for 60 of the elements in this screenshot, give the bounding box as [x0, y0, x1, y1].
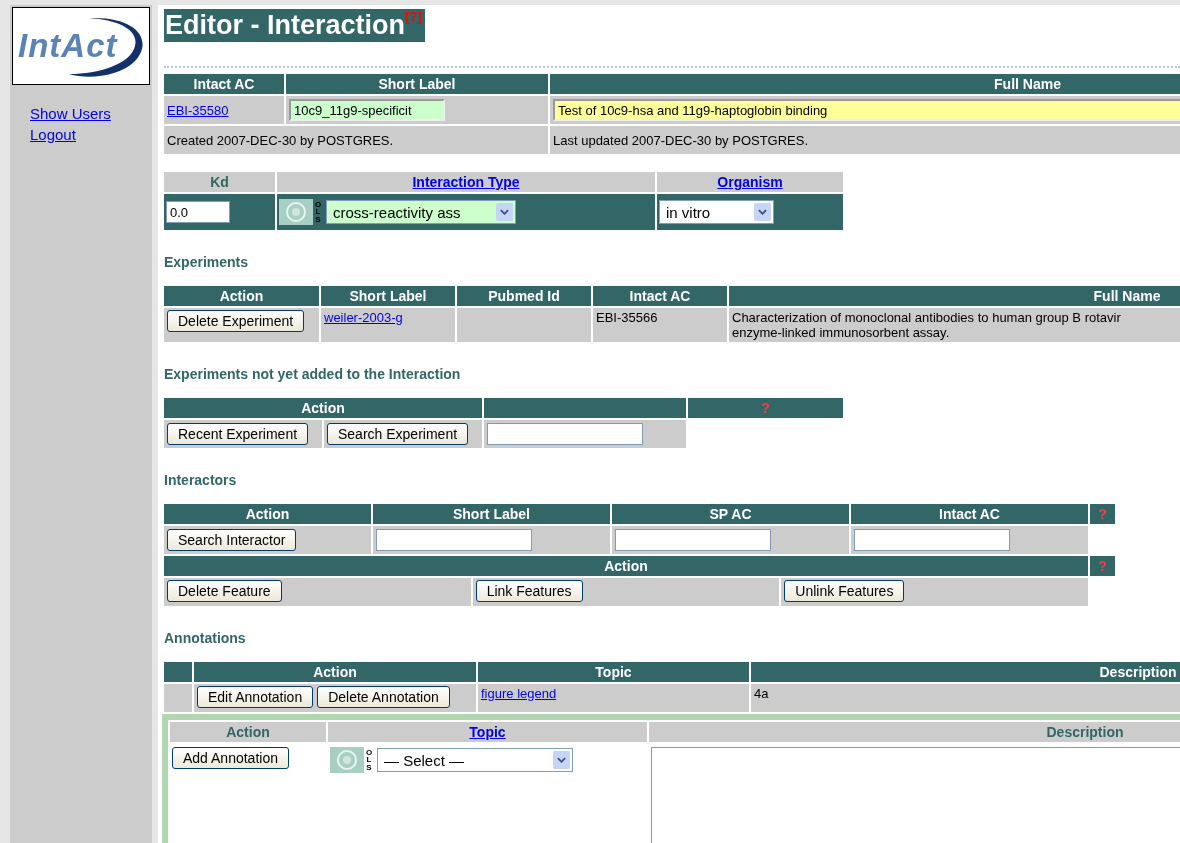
column-header: Description — [751, 662, 1180, 682]
feature-button[interactable]: Delete Feature — [167, 580, 282, 602]
annotation-button[interactable]: Edit Annotation — [197, 686, 314, 708]
experiment-button[interactable]: Recent Experiment — [167, 423, 309, 445]
chevron-down-icon — [553, 751, 570, 769]
updated-text: Last updated 2007-DEC-30 by POSTGRES. — [553, 132, 809, 148]
column-header: Intact AC — [593, 286, 727, 306]
table-cell-text: Characterization of monoclonal antibodies to human group B rotavir — [732, 310, 1122, 325]
column-header: Kd — [210, 174, 229, 190]
experiment-button[interactable]: Search Experiment — [327, 423, 469, 445]
column-header: Short Label — [286, 74, 548, 94]
sidebar-link[interactable]: Show Users — [30, 105, 152, 122]
column-header: Full Name — [550, 74, 1180, 94]
description-field[interactable] — [651, 747, 1180, 843]
column-header: Action — [164, 556, 1088, 576]
chevron-down-icon — [754, 203, 771, 221]
column-header: Action — [194, 662, 476, 682]
input-field[interactable] — [376, 529, 532, 551]
section-heading: Annotations — [164, 630, 247, 646]
column-header: Pubmed Id — [457, 286, 591, 306]
column-header: Description — [1046, 724, 1124, 740]
section-heading: Experiments not yet added to the Interaction — [164, 366, 462, 382]
sidebar-link[interactable]: Logout — [30, 126, 152, 143]
add-annotation-button[interactable]: Add Annotation — [172, 747, 289, 769]
input-field[interactable] — [615, 529, 771, 551]
annotation-topic-value-link[interactable]: figure legend — [481, 686, 557, 701]
column-header: Action — [226, 724, 270, 740]
chevron-down-icon — [496, 203, 513, 221]
short-label-field[interactable]: 10c9_11g9-specificit — [289, 99, 445, 121]
created-text: Created 2007-DEC-30 by POSTGRES. — [167, 132, 394, 148]
section-heading: Experiments — [164, 254, 250, 270]
column-header: Action — [164, 504, 371, 524]
column-header-link[interactable]: Topic — [469, 724, 506, 740]
search-interactor-button[interactable]: Search Interactor — [167, 529, 297, 551]
column-header: Intact AC — [164, 74, 284, 94]
column-header: SP AC — [612, 504, 849, 524]
feature-button[interactable]: Link Features — [475, 580, 583, 602]
topic-dropdown[interactable]: — Select — — [377, 748, 573, 772]
interaction-type-dropdown[interactable]: cross-reactivity ass — [326, 200, 516, 224]
input-field[interactable] — [854, 529, 1010, 551]
column-header: Action — [164, 286, 319, 306]
organism-dropdown[interactable]: in vitro — [659, 200, 774, 224]
column-header: Short Label — [321, 286, 455, 306]
section-heading: Interactors — [164, 472, 238, 488]
column-header: Topic — [478, 662, 749, 682]
page-title: Editor - Interaction$^{[?]}$ — [164, 9, 425, 42]
search-field[interactable] — [487, 423, 643, 445]
table-cell: EBI-35566 — [596, 310, 658, 325]
feature-button[interactable]: Unlink Features — [784, 580, 905, 602]
logo-text: IntAct — [18, 27, 118, 65]
table-cell-text: enzyme-linked immunosorbent assay. — [732, 325, 951, 340]
kd-field[interactable]: 0.0 — [166, 201, 230, 223]
column-header: Intact AC — [851, 504, 1088, 524]
column-header: Short Label — [373, 504, 610, 524]
delete-experiment-button[interactable]: Delete Experiment — [167, 310, 305, 332]
annotation-button[interactable]: Delete Annotation — [317, 686, 450, 708]
full-name-field[interactable]: Test of 10c9-hsa and 11g9-haptoglobin binding — [553, 99, 1180, 121]
table-cell: 4a — [754, 686, 769, 701]
column-header: Action — [164, 398, 482, 418]
column-header: Full Name — [729, 286, 1180, 306]
